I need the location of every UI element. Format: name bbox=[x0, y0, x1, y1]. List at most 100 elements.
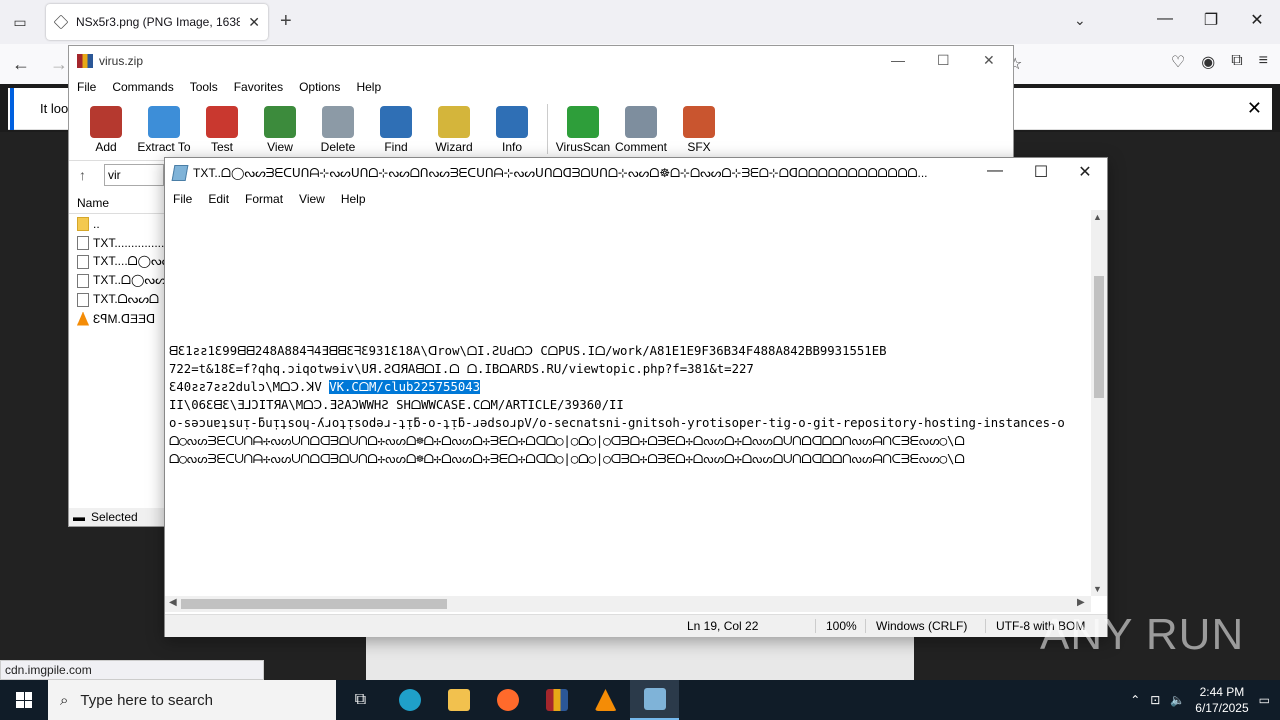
close-notification-icon[interactable]: ✕ bbox=[1247, 98, 1262, 119]
minimize-icon[interactable]: — bbox=[1150, 10, 1180, 28]
extensions-icon[interactable]: ⧉ bbox=[1231, 52, 1242, 72]
menu-icon[interactable]: ≡ bbox=[1259, 52, 1268, 72]
text-editor[interactable]: ᗺƐ1ƨƨ1Ɛ99ᗺᗺ248A884ᖷ4ƎᗺᗺƐᖷƐ931Ɛ18A\ᗡrow\ᗝ… bbox=[165, 210, 1091, 596]
image-file-icon bbox=[53, 14, 69, 30]
delete-button[interactable]: Delete bbox=[309, 106, 367, 154]
menu-item-view[interactable]: View bbox=[299, 192, 325, 206]
anyrun-watermark: ANY RUN bbox=[1040, 610, 1245, 659]
menu-item-tools[interactable]: Tools bbox=[190, 80, 218, 94]
comment-button[interactable]: Comment bbox=[612, 106, 670, 154]
list-item[interactable]: TXT..ᗝ◯ᔓᔕ bbox=[69, 271, 164, 290]
close-icon[interactable]: ✕ bbox=[1065, 162, 1105, 182]
line-ending: Windows (CRLF) bbox=[865, 619, 967, 633]
edge-icon[interactable] bbox=[385, 680, 434, 720]
up-arrow-icon[interactable]: ↑ bbox=[79, 167, 86, 183]
tab-list-icon[interactable]: ▭ bbox=[8, 10, 32, 34]
extract-to-label: Extract To bbox=[137, 140, 191, 154]
close-icon[interactable]: ✕ bbox=[1242, 10, 1272, 30]
menu-item-file[interactable]: File bbox=[173, 192, 192, 206]
vertical-scrollbar[interactable]: ▲ ▼ bbox=[1091, 210, 1107, 596]
menu-item-commands[interactable]: Commands bbox=[112, 80, 173, 94]
firefox-icon[interactable] bbox=[483, 680, 532, 720]
scroll-left-icon[interactable]: ◀ bbox=[169, 597, 177, 608]
chevron-down-icon[interactable]: ⌄ bbox=[1074, 12, 1086, 29]
notification-icon[interactable]: ▭ bbox=[1259, 693, 1270, 707]
clock-time: 2:44 PM bbox=[1199, 685, 1245, 699]
restore-icon[interactable]: ❐ bbox=[1196, 10, 1226, 30]
scroll-up-icon[interactable]: ▲ bbox=[1093, 212, 1102, 222]
comment-icon bbox=[625, 106, 657, 138]
close-icon[interactable]: ✕ bbox=[983, 52, 995, 69]
chevron-up-icon[interactable]: ⌃ bbox=[1130, 693, 1140, 707]
sfx-icon bbox=[683, 106, 715, 138]
list-item[interactable]: TXT....ᗝ◯ᔓᔕ bbox=[69, 252, 164, 271]
back-arrow-icon[interactable]: ← bbox=[12, 54, 30, 75]
add-button[interactable]: Add bbox=[77, 106, 135, 154]
virusscan-button[interactable]: VirusScan bbox=[554, 106, 612, 154]
minimize-icon[interactable]: — bbox=[891, 52, 905, 68]
menu-item-favorites[interactable]: Favorites bbox=[234, 80, 283, 94]
text-file-icon bbox=[77, 292, 89, 307]
find-icon bbox=[380, 106, 412, 138]
test-button[interactable]: Test bbox=[193, 106, 251, 154]
clock[interactable]: 2:44 PM 6/17/2025 bbox=[1195, 684, 1248, 716]
menu-item-help[interactable]: Help bbox=[341, 192, 366, 206]
toolbar-separator bbox=[547, 104, 548, 154]
menu-item-file[interactable]: File bbox=[77, 80, 96, 94]
start-button[interactable] bbox=[0, 680, 48, 720]
list-item[interactable]: .. bbox=[69, 214, 164, 233]
text-line: 722=t&18Ɛ=f?qhq.ɔiqotwɘiv\UЯ.ƧᗡЯAᗺᗝI.ᗝ ᗝ… bbox=[169, 362, 754, 376]
winrar-menu-bar: File Commands Tools Favorites Options Help bbox=[69, 76, 1013, 98]
info-button[interactable]: Info bbox=[483, 106, 541, 154]
new-tab-icon[interactable]: + bbox=[280, 10, 292, 33]
scroll-down-icon[interactable]: ▼ bbox=[1093, 584, 1102, 594]
wizard-icon bbox=[438, 106, 470, 138]
sfx-label: SFX bbox=[687, 140, 711, 154]
column-header-name[interactable]: Name bbox=[69, 190, 164, 214]
volume-icon[interactable]: 🔈 bbox=[1170, 693, 1185, 707]
minimize-icon[interactable]: — bbox=[975, 162, 1015, 180]
status-url: cdn.imgpile.com bbox=[0, 660, 264, 680]
view-button[interactable]: View bbox=[251, 106, 309, 154]
system-tray: ⌃ ⊡ 🔈 2:44 PM 6/17/2025 ▭ bbox=[1130, 680, 1280, 720]
file-name: TXT....ᗝ◯ᔓᔕ bbox=[93, 254, 164, 268]
toolbar-icons: ♡ ◉ ⧉ ≡ bbox=[1171, 52, 1268, 72]
maximize-icon[interactable]: ☐ bbox=[937, 52, 950, 69]
maximize-icon[interactable]: ☐ bbox=[1021, 162, 1061, 182]
taskbar-search[interactable]: ⌕ Type here to search bbox=[48, 680, 336, 720]
extract-to-button[interactable]: Extract To bbox=[135, 106, 193, 154]
network-icon[interactable]: ⊡ bbox=[1150, 693, 1160, 707]
menu-item-edit[interactable]: Edit bbox=[208, 192, 229, 206]
sfx-button[interactable]: SFX bbox=[670, 106, 728, 154]
scroll-right-icon[interactable]: ▶ bbox=[1077, 597, 1085, 608]
close-tab-icon[interactable]: ✕ bbox=[248, 14, 260, 31]
text-line: Ɛ40ƨƨ7ƨƨ2dulɔ\MᗝↃ.ꓘV VK.CᗝM/club22575504… bbox=[169, 378, 481, 396]
horizontal-scroll-thumb[interactable] bbox=[181, 599, 447, 609]
path-field[interactable]: vir bbox=[104, 163, 164, 186]
list-item[interactable]: TXT.ᗝᔓᔕᗝ bbox=[69, 290, 164, 309]
file-explorer-icon[interactable] bbox=[434, 680, 483, 720]
text-line: II\06ƐᗺƐ\Ǝ⅃ƆITЯA\MᗝↃ.ƎƧAƆWWHƧ SHᗝWWCASE.… bbox=[169, 398, 624, 412]
list-item[interactable]: TXT.................. bbox=[69, 233, 164, 252]
browser-tab[interactable]: NSx5r3.png (PNG Image, 16384 ✕ bbox=[46, 4, 268, 40]
menu-item-help[interactable]: Help bbox=[356, 80, 381, 94]
menu-item-format[interactable]: Format bbox=[245, 192, 283, 206]
account-icon[interactable]: ◉ bbox=[1201, 52, 1215, 72]
task-view-icon[interactable]: ⧉ bbox=[336, 680, 385, 720]
test-label: Test bbox=[210, 140, 233, 154]
horizontal-scrollbar[interactable]: ◀ ▶ bbox=[165, 596, 1091, 612]
wizard-button[interactable]: Wizard bbox=[425, 106, 483, 154]
pocket-icon[interactable]: ♡ bbox=[1171, 52, 1185, 72]
vertical-scroll-thumb[interactable] bbox=[1094, 276, 1104, 398]
text-line: ᗝ◯ᔓᔕᗱᗴᑕᑌᑎᗩ✢ᔓᔕᑌᑎᗝᗡᗱᗝᑌᑎᗝ✢ᔓᔕᗝ☸ᗝ✢ᗝᔓᔕᗝ✢ᗱᗴᗝ✢ᗝᗡ… bbox=[169, 434, 965, 448]
notepad-taskbar-icon[interactable] bbox=[630, 680, 679, 720]
file-name: TXT.ᗝᔓᔕᗝ bbox=[93, 292, 159, 306]
list-item[interactable]: ƐꟼM.ᗡƎƎᗡ bbox=[69, 309, 164, 328]
test-icon bbox=[206, 106, 238, 138]
find-button[interactable]: Find bbox=[367, 106, 425, 154]
vlc-icon[interactable] bbox=[581, 680, 630, 720]
winrar-taskbar-icon[interactable] bbox=[532, 680, 581, 720]
forward-arrow-icon[interactable]: → bbox=[50, 54, 68, 75]
menu-item-options[interactable]: Options bbox=[299, 80, 340, 94]
search-icon: ⌕ bbox=[60, 691, 69, 709]
